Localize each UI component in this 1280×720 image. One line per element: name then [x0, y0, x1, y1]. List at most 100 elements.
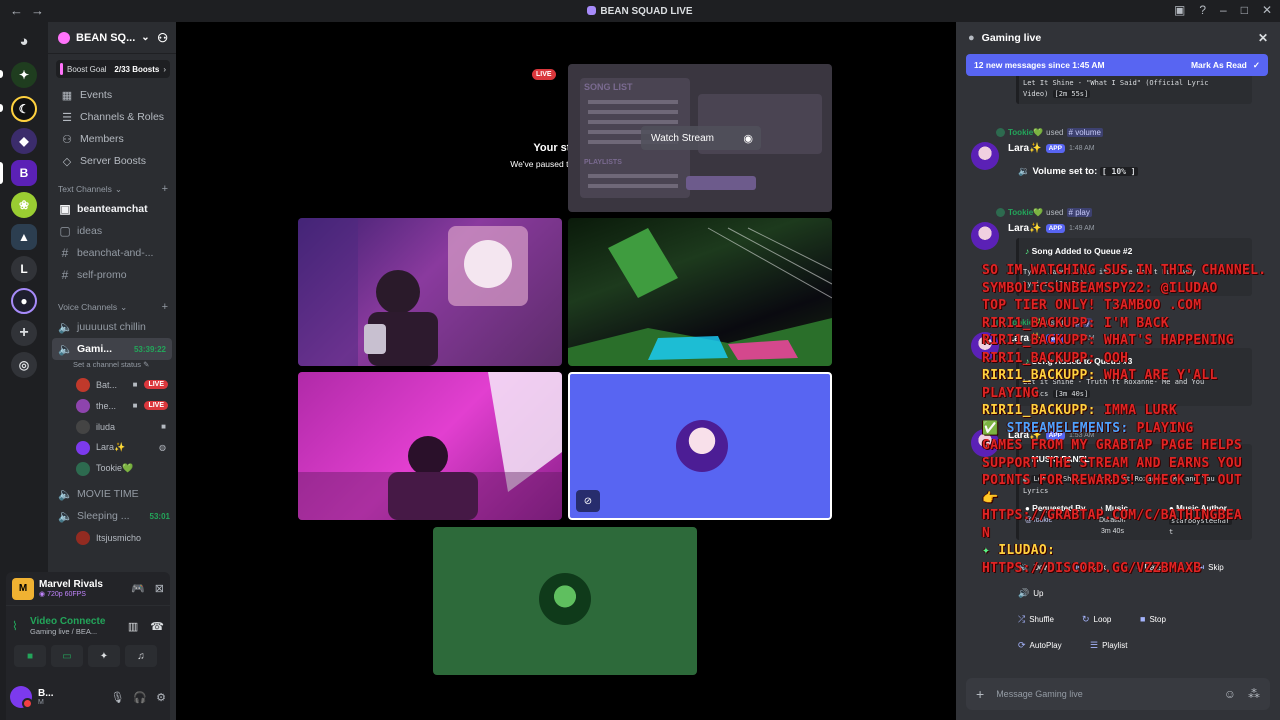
voice-channel-sleeping[interactable]: 🔈 Sleeping ... 53:01 [48, 505, 176, 527]
apps-icon[interactable]: ⁂ [1248, 687, 1260, 701]
loop-icon: ↻ [1082, 614, 1090, 624]
voice-user[interactable]: the... ■ LIVE [48, 395, 176, 416]
avatar [76, 419, 90, 434]
discover-icon[interactable]: ◎ [11, 352, 37, 378]
help-icon[interactable]: ? [1199, 3, 1206, 17]
channel-beanteamchat[interactable]: ▣ beanteamchat [48, 198, 176, 220]
channel-beanchat[interactable]: # beanchat-and-... [48, 242, 176, 264]
voice-user[interactable]: Tookie💚 [48, 458, 176, 479]
server-icon-5[interactable]: ❀ [11, 192, 37, 218]
add-server-icon[interactable]: + [11, 320, 37, 346]
voice-user[interactable]: Bat... ■ LIVE [48, 374, 176, 395]
category-voice-channels[interactable]: Voice Channels ⌄ + [48, 298, 176, 316]
avatar[interactable] [10, 686, 33, 709]
noise-suppression-icon[interactable]: ▥ [128, 620, 138, 633]
attach-plus-icon[interactable]: + [976, 686, 984, 702]
voice-status: Video Connecte [30, 616, 106, 627]
server-icon-3[interactable]: ◆ [11, 128, 37, 154]
stop-icon: ■ [1140, 614, 1146, 624]
stream-tile-lara[interactable]: ⊘ [568, 372, 832, 520]
nav-events[interactable]: ▦ Events [48, 84, 176, 106]
user-status: M [38, 699, 44, 706]
watch-stream-button[interactable]: Watch Stream ◉ [641, 126, 761, 150]
voice-user[interactable]: iluda ■ [48, 416, 176, 437]
headphones-icon[interactable]: 🎧 [133, 691, 147, 704]
music-autoplay-button[interactable]: ⟳ AutoPlay [1018, 640, 1062, 651]
server-icon-1[interactable]: ✦ [11, 62, 37, 88]
stream-icon: ◉ [39, 591, 46, 598]
voice-connection[interactable]: ⌇ Video Connecte Gaming live / BEA... ▥ … [6, 612, 170, 640]
screen-share-button[interactable]: ▭ [51, 645, 83, 667]
server-icon-6[interactable]: ▲ [11, 224, 37, 250]
stream-tile-song-list[interactable]: SONG LIST PLAYLISTS Watch Stream ◉ [568, 64, 832, 212]
settings-gear-icon[interactable]: ⚙ [156, 691, 166, 704]
music-playlist-button[interactable]: ☰ Playlist [1090, 640, 1127, 651]
create-channel-icon[interactable]: + [162, 183, 168, 195]
server-icon-2[interactable]: ☾ [11, 96, 37, 122]
shuffle-icon: ⤮ [1018, 614, 1026, 624]
invite-people-icon[interactable]: ⚇ [157, 31, 168, 45]
discord-home-icon[interactable]: ◕ [11, 28, 37, 54]
message-author[interactable]: Lara✨ APP 1:49 AM [1008, 223, 1095, 234]
activities-button[interactable]: ✦ [88, 645, 120, 667]
reply-reference[interactable]: Tookie💚 used # play [996, 208, 1092, 217]
maximize-button[interactable]: □ [1241, 3, 1248, 17]
reply-reference[interactable]: Tookie💚 used # volume [996, 128, 1103, 137]
stream-quality: ◉ 720p 60FPS [39, 591, 86, 598]
server-header[interactable]: BEAN SQ... ⌄ ⚇ [48, 22, 176, 54]
controller-icon[interactable]: 🎮 [131, 582, 145, 595]
hashtag-icon: # [61, 246, 69, 260]
voice-channel-chillin[interactable]: 🔈 juuuuust chillin [48, 316, 176, 338]
music-loop-button[interactable]: ↻ Loop [1082, 614, 1111, 625]
mark-as-read-button[interactable]: Mark As Read [1191, 60, 1247, 70]
music-shuffle-button[interactable]: ⤮ Shuffle [1018, 614, 1054, 625]
server-icon-bean-squad[interactable]: B [11, 160, 37, 186]
channel-self-promo[interactable]: # self-promo [48, 264, 176, 286]
server-icon-8[interactable]: ● [11, 288, 37, 314]
autoplay-icon: ⟳ [1018, 640, 1026, 650]
stop-stream-icon[interactable]: ⊠ [155, 582, 164, 595]
soundboard-button[interactable]: ♫ [125, 645, 157, 667]
disconnect-icon[interactable]: ☎ [150, 620, 164, 633]
minimize-button[interactable]: – [1220, 3, 1227, 17]
pin-stream-icon[interactable]: ⊘ [576, 490, 600, 512]
close-button[interactable]: ✕ [1262, 3, 1272, 17]
stream-tile-webcam-2[interactable] [298, 372, 562, 520]
nav-members[interactable]: ⚇ Members [48, 128, 176, 150]
activity-row[interactable]: M Marvel Rivals ◉ 720p 60FPS 🎮 ⊠ [6, 572, 170, 606]
new-messages-bar[interactable]: 12 new messages since 1:45 AM Mark As Re… [966, 54, 1268, 76]
music-stop-button[interactable]: ■ Stop [1140, 614, 1166, 624]
create-channel-icon[interactable]: + [162, 301, 168, 313]
avatar [676, 420, 728, 472]
nav-channels-roles[interactable]: ☰ Channels & Roles [48, 106, 176, 128]
stream-tile-webcam-1[interactable] [298, 218, 562, 366]
channel-ideas[interactable]: ▢ ideas [48, 220, 176, 242]
stream-tile-tookie[interactable] [433, 527, 697, 675]
camera-button[interactable]: ■ [14, 645, 46, 667]
channel-status[interactable]: Set a channel status ✎ [48, 360, 176, 370]
message-composer[interactable]: + Message Gaming live ☺ ⁂ [966, 678, 1270, 710]
boost-goal[interactable]: Boost Goal 2/33 Boosts › [56, 60, 170, 78]
voice-channel-movie-time[interactable]: 🔈 MOVIE TIME [48, 483, 176, 505]
voice-channel-path: Gaming live / BEA... [30, 627, 98, 636]
category-text-channels[interactable]: Text Channels ⌄ + [48, 180, 176, 198]
avatar[interactable] [971, 222, 999, 250]
avatar[interactable] [971, 142, 999, 170]
live-badge: LIVE [144, 380, 168, 389]
nav-server-boosts[interactable]: ◇ Server Boosts [48, 150, 176, 172]
emoji-icon[interactable]: ☺ [1224, 687, 1236, 701]
signal-icon: ⌇ [12, 619, 18, 633]
inbox-icon[interactable]: ▣ [1174, 3, 1185, 17]
avatar [76, 377, 90, 392]
voice-user[interactable]: Itsjusmicho [48, 527, 176, 548]
close-icon[interactable]: ✕ [1258, 31, 1268, 45]
message-author[interactable]: Lara✨ APP 1:48 AM [1008, 143, 1095, 154]
voice-channel-gaming-live[interactable]: 🔈 Gami... 53:39:22 [52, 338, 172, 360]
microphone-icon[interactable]: 🎙 [110, 691, 124, 704]
stream-tile-game[interactable] [568, 218, 832, 366]
message-input[interactable]: Message Gaming live [996, 689, 1083, 699]
music-up-button[interactable]: 🔊 Up [1018, 588, 1043, 599]
server-icon-l[interactable]: L [11, 256, 37, 282]
music-icon: ♪ [1025, 246, 1030, 256]
voice-user[interactable]: Lara✨ ◍ [48, 437, 176, 458]
